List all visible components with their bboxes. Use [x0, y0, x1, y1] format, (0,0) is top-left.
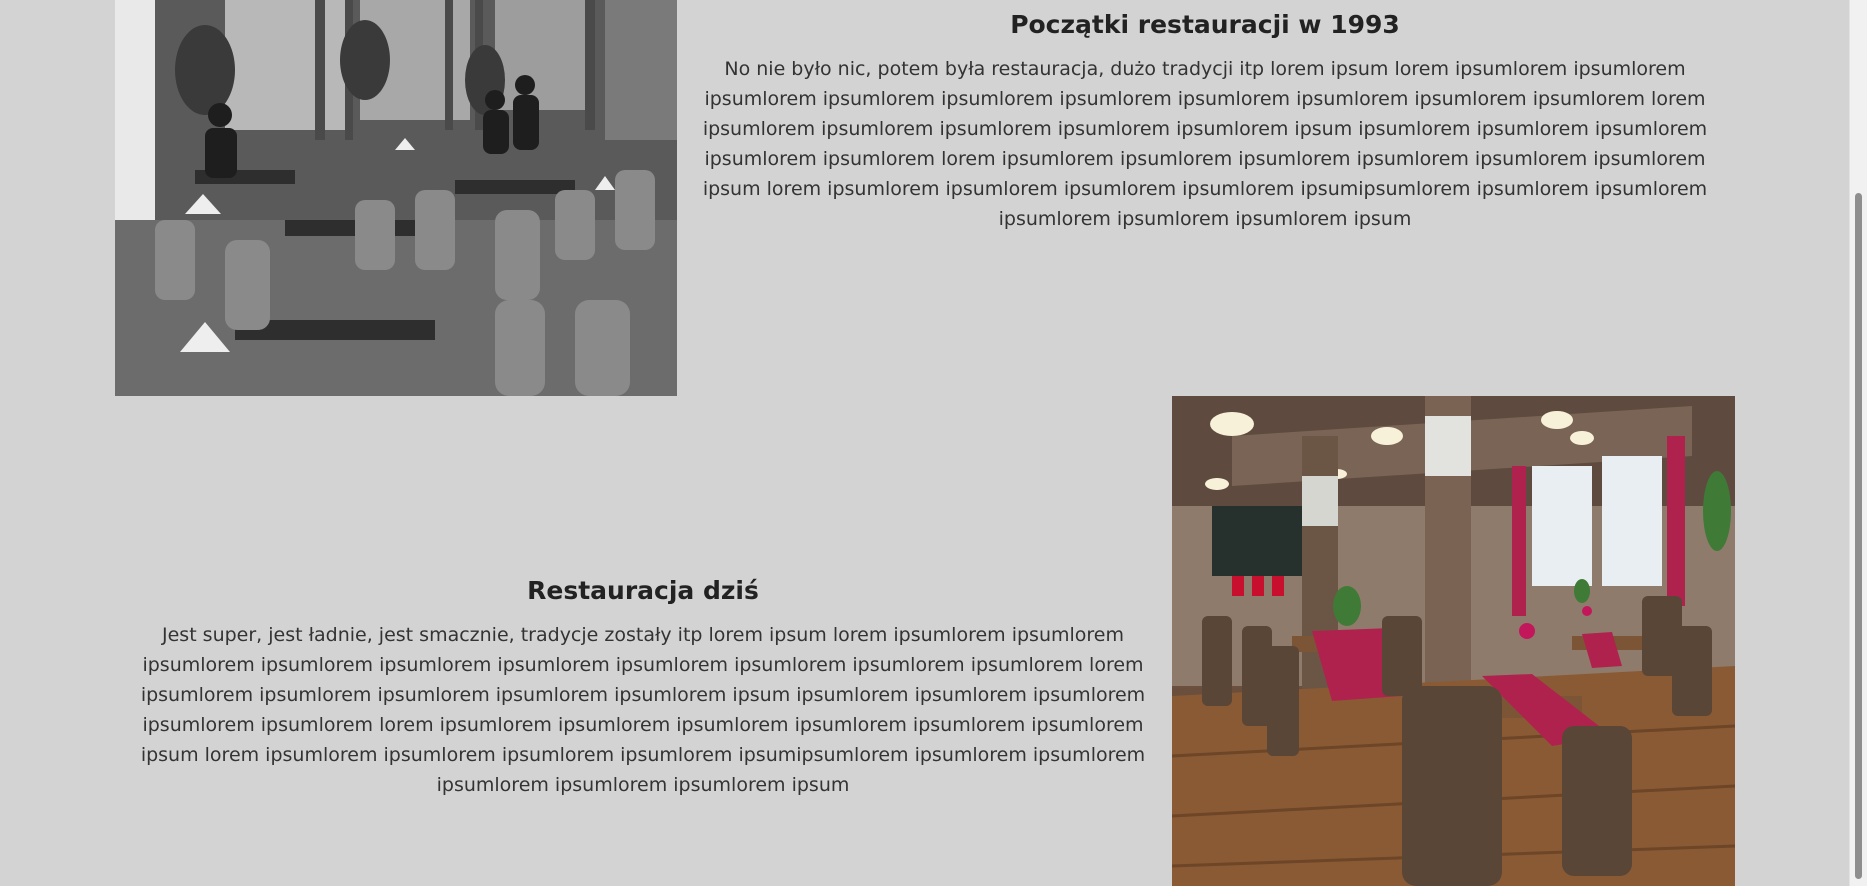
section-title: Początki restauracji w 1993: [1010, 10, 1400, 39]
vertical-scrollbar[interactable]: [1849, 0, 1867, 886]
section-title: Restauracja dziś: [527, 576, 759, 605]
section-paragraph: No nie było nic, potem była restauracja,…: [702, 58, 1708, 230]
today-section: Restauracja dziś Jest super, jest ładnie…: [0, 396, 1850, 886]
today-text-block: Restauracja dziś Jest super, jest ładnie…: [118, 572, 1168, 800]
history-section: Początki restauracji w 1993 No nie było …: [0, 0, 1850, 396]
modern-restaurant-photo: [1172, 396, 1735, 886]
scrollbar-thumb[interactable]: [1855, 193, 1862, 879]
modern-restaurant-illustration: [1172, 396, 1735, 886]
historic-restaurant-photo: [115, 0, 677, 396]
page: Początki restauracji w 1993 No nie było …: [0, 0, 1850, 886]
history-text-block: Początki restauracji w 1993 No nie było …: [680, 6, 1730, 234]
historic-restaurant-illustration: [115, 0, 677, 396]
section-paragraph: Jest super, jest ładnie, jest smacznie, …: [140, 624, 1146, 796]
